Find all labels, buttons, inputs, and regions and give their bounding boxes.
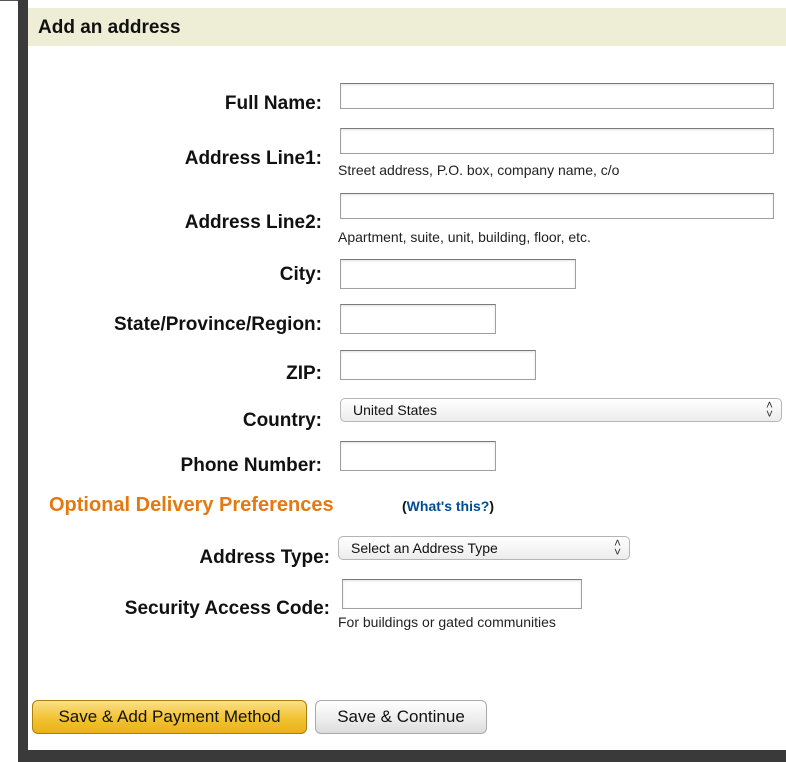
whats-this-wrapper: (What's this?) (402, 498, 494, 514)
city-label: City: (279, 264, 322, 285)
phone-label: Phone Number: (180, 455, 322, 476)
country-select[interactable]: United States ˄ ˅ (340, 398, 782, 422)
zip-input[interactable] (340, 350, 536, 380)
address-line2-hint: Apartment, suite, unit, building, floor,… (338, 229, 591, 245)
zip-label: ZIP: (286, 363, 322, 384)
full-name-label: Full Name: (224, 93, 322, 114)
address-line1-input[interactable] (340, 128, 774, 154)
address-line1-label: Address Line1: (184, 148, 322, 169)
window-top-edge (0, 0, 786, 8)
full-name-input[interactable] (340, 83, 774, 109)
country-selected-value: United States (353, 402, 438, 418)
address-line1-hint: Street address, P.O. box, company name, … (338, 162, 620, 178)
window-left-border (18, 0, 28, 762)
panel-title: Add an address (38, 17, 181, 38)
country-label: Country: (242, 410, 322, 431)
phone-input[interactable] (340, 441, 496, 471)
security-code-hint: For buildings or gated communities (338, 614, 556, 630)
add-address-panel: Add an address Full Name: Address Line1:… (28, 8, 786, 750)
save-add-payment-button[interactable]: Save & Add Payment Method (32, 700, 307, 734)
address-type-selected-value: Select an Address Type (351, 540, 498, 556)
security-code-input[interactable] (342, 579, 582, 609)
city-input[interactable] (340, 259, 576, 289)
optional-delivery-heading: Optional Delivery Preferences (49, 494, 334, 516)
updown-chevron-icon: ˄ ˅ (613, 536, 621, 559)
address-type-select[interactable]: Select an Address Type ˄ ˅ (338, 536, 630, 560)
security-code-label: Security Access Code: (124, 598, 330, 619)
state-label: State/Province/Region: (114, 314, 322, 335)
state-input[interactable] (340, 304, 496, 334)
panel-header: Add an address (28, 8, 786, 46)
window-bottom-border (18, 750, 786, 762)
whats-this-link[interactable]: What's this? (407, 498, 490, 514)
address-type-label: Address Type: (199, 547, 330, 568)
save-continue-button[interactable]: Save & Continue (315, 700, 487, 734)
address-line2-input[interactable] (340, 193, 774, 219)
updown-chevron-icon: ˄ ˅ (765, 398, 773, 421)
whats-this-close-paren: ) (489, 498, 495, 514)
address-line2-label: Address Line2: (184, 212, 322, 233)
